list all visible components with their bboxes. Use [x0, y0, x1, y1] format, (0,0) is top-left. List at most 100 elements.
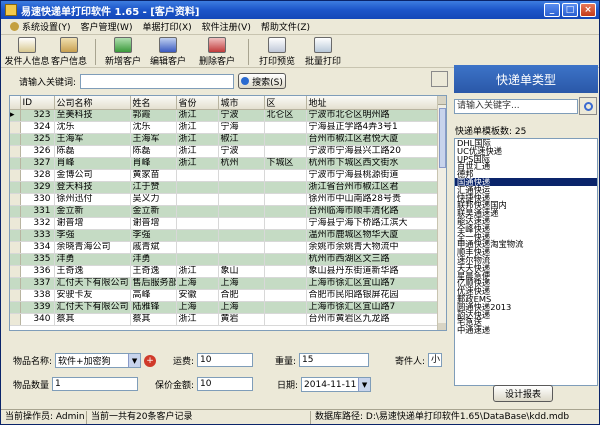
item-name-value: 软件+加密狗 [58, 357, 111, 367]
edit-customer-button[interactable]: 编辑客户 [144, 36, 192, 67]
table-row[interactable]: 329 登天科技 江于赞 浙江省台州市椒江区君 [10, 181, 441, 194]
table-cell: 浙江 [176, 265, 219, 278]
table-row[interactable]: ▸ 323 至美科技 郭霞 浙江 宁波 北仑区 宁波市北仑区明州路 [10, 109, 441, 122]
column-header-id[interactable]: ID [20, 96, 55, 110]
maximize-button[interactable]: □ [562, 3, 578, 17]
row-header[interactable] [10, 157, 21, 170]
table-row[interactable]: 325 王海军 王海军 浙江 椒江 台州市椒江区君悦大厦 [10, 133, 441, 146]
table-cell [176, 229, 219, 242]
sender-info-button[interactable]: 发件人信息 [5, 36, 50, 67]
table-row[interactable]: 340 蔡其 蔡其 浙江 黄岩 台州市黄岩区九龙路 [10, 313, 441, 326]
weight-input[interactable]: 15 [299, 353, 370, 367]
date-picker[interactable]: 2014-11-11 ▼ [301, 377, 372, 392]
row-header[interactable] [10, 289, 21, 302]
print-preview-button[interactable]: 打印预览 [255, 36, 299, 67]
table-row[interactable]: 331 金立新 金立新 台州临海市顺丰清化路 [10, 205, 441, 218]
table-row[interactable]: 335 沣勇 沣勇 杭州市西湖区文三路 [10, 253, 441, 266]
customer-info-button[interactable]: 客户信息 [49, 36, 89, 67]
column-header-name[interactable]: 姓名 [130, 96, 177, 110]
row-header[interactable] [10, 217, 21, 230]
row-header[interactable] [10, 169, 21, 182]
template-search-input[interactable]: 请输入关键字... [454, 99, 578, 114]
sender-label: 寄件人: [395, 356, 426, 367]
delete-customer-icon [208, 37, 226, 53]
sender-input[interactable]: 小 [428, 353, 443, 367]
row-header[interactable] [10, 145, 21, 158]
add-customer-icon [114, 37, 132, 53]
menu-software-register[interactable]: 软件注册(V) [197, 19, 256, 35]
table-row[interactable]: 337 汇付天下有限公司 售后服务部 上海 上海 上海市徐汇区宜山路7 [10, 277, 441, 290]
add-item-icon[interactable]: + [144, 354, 157, 367]
template-list[interactable]: DHL国际 UC优速快递 UPS国际 百世汇通 德邦 国通快递 汇通快运 快捷快递 联邦快递国内… [454, 138, 598, 386]
table-cell [176, 217, 219, 230]
insured-input[interactable]: 10 [197, 377, 254, 391]
table-row[interactable]: 334 余晓青海公司 戚青斌 余姚市余姚青大物流中 [10, 241, 441, 254]
column-header-city[interactable]: 城市 [218, 96, 265, 110]
menu-label: 单据打印(X) [142, 23, 192, 33]
toggle-panel-button[interactable] [431, 71, 448, 87]
row-header[interactable] [10, 301, 21, 314]
insured-field: 保价金额: 10 [155, 377, 254, 391]
column-header-company[interactable]: 公司名称 [54, 96, 131, 110]
table-row[interactable]: 338 安驶卡友 高峰 安徽 合肥 合肥市民阳路银屏花园 [10, 289, 441, 302]
quantity-input[interactable]: 1 [52, 377, 139, 391]
column-header-district[interactable]: 区 [264, 96, 307, 110]
table-row[interactable]: 330 徐州迅付 吴义力 徐州市中山南路28号贵 [10, 193, 441, 206]
row-header[interactable] [10, 313, 21, 326]
row-header[interactable] [10, 253, 21, 266]
close-button[interactable]: × [580, 3, 596, 17]
row-header[interactable] [10, 133, 21, 146]
row-header[interactable] [10, 193, 21, 206]
search-input[interactable] [80, 73, 235, 89]
scroll-up-arrow[interactable] [438, 96, 446, 105]
row-header[interactable] [10, 229, 21, 242]
design-report-button[interactable]: 设计报表 [493, 385, 553, 402]
row-header[interactable] [10, 121, 21, 134]
table-cell: 郭霞 [130, 109, 177, 122]
date-value: 2014-11-11 [304, 379, 357, 390]
menu-customer-management[interactable]: 客户管理(W) [76, 19, 138, 35]
table-row[interactable]: 328 金博公司 黄家苗 宁波市宁海县桃源街道 [10, 169, 441, 182]
table-scrollbar[interactable] [437, 96, 446, 330]
row-header[interactable] [10, 241, 21, 254]
table-row[interactable]: 339 汇付天下有限公司 陆雅锋 上海 上海 上海市徐汇区宜山路7 [10, 301, 441, 314]
freight-input[interactable]: 10 [197, 353, 254, 367]
table-cell [264, 229, 307, 242]
column-header-address[interactable]: 地址 [306, 96, 441, 110]
add-customer-button[interactable]: 新增客户 [102, 36, 144, 67]
minimize-button[interactable]: _ [544, 3, 560, 17]
menu-help[interactable]: 帮助文件(Z) [256, 19, 315, 35]
table-cell: 332 [20, 217, 55, 230]
table-cell [176, 193, 219, 206]
batch-print-button[interactable]: 批量打印 [299, 36, 347, 67]
table-cell: 象山 [218, 265, 265, 278]
table-cell [264, 313, 307, 326]
scroll-down-arrow[interactable] [438, 323, 446, 330]
template-list-item[interactable]: 中通速递 [455, 326, 597, 334]
column-header-province[interactable]: 省份 [176, 96, 219, 110]
table-row[interactable]: 327 肖峰 肖峰 浙江 杭州 下城区 杭州市下城区西文街水 [10, 157, 441, 170]
row-header[interactable] [10, 265, 21, 278]
row-header[interactable] [10, 181, 21, 194]
table-cell: 陈磊 [54, 145, 131, 158]
table-row[interactable]: 333 李强 李强 温州市鹿城区物华大厦 [10, 229, 441, 242]
template-search-button[interactable] [579, 97, 597, 115]
scroll-thumb[interactable] [439, 108, 446, 168]
delete-customer-button[interactable]: 删除客户 [192, 36, 242, 67]
batch-print-icon [314, 37, 332, 53]
row-header[interactable]: ▸ [10, 109, 21, 122]
table-cell: 陈磊 [130, 145, 177, 158]
table-row[interactable]: 336 王奇逸 王奇逸 浙江 象山 象山县丹东街道新华路 [10, 265, 441, 278]
row-header[interactable] [10, 205, 21, 218]
table-row[interactable]: 324 沈乐 沈乐 浙江 宁海 宁海县正学路4弄3号1 [10, 121, 441, 134]
status-record-count: 当前一共有20条客户记录 [87, 410, 311, 424]
table-cell: 陆雅锋 [130, 301, 177, 314]
template-list-item[interactable]: 百世汇通 [455, 162, 597, 170]
row-header[interactable] [10, 277, 21, 290]
menu-system-settings[interactable]: 系统设置(Y) [5, 19, 76, 35]
menu-document-print[interactable]: 单据打印(X) [137, 19, 196, 35]
item-name-select[interactable]: 软件+加密狗 ▼ [55, 353, 142, 368]
table-row[interactable]: 326 陈磊 陈磊 浙江 宁波 宁波市宁海县兴工路20 [10, 145, 441, 158]
search-button[interactable]: 搜索(S) [238, 73, 287, 89]
table-row[interactable]: 332 谢普增 谢普增 宁海县宁海下桥路江滨大 [10, 217, 441, 230]
